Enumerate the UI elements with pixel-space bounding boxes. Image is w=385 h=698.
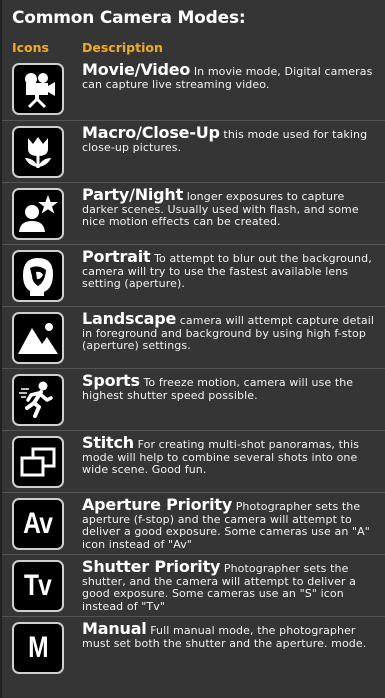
mode-row-stitch: Stitch For creating multi-shot panoramas… xyxy=(2,430,385,492)
mode-row-aperture-priority: Av Aperture Priority Photographer sets t… xyxy=(2,492,385,554)
mode-description: Landscape camera will attempt capture de… xyxy=(82,311,384,353)
m-icon: M xyxy=(12,622,64,674)
mode-description: Party/Night longer exposures to capture … xyxy=(82,187,384,229)
mode-name: Party/Night xyxy=(82,185,184,204)
mountain-icon xyxy=(12,312,64,364)
mode-row-manual: M Manual Full manual mode, the photograp… xyxy=(2,616,385,678)
mode-name: Stitch xyxy=(82,433,134,452)
mode-name: Portrait xyxy=(82,247,151,266)
mode-description: Shutter Priority Photographer sets the s… xyxy=(82,559,384,613)
portrait-head-icon xyxy=(12,250,64,302)
mode-row-portrait: Portrait To attempt to blur out the back… xyxy=(2,244,385,306)
mode-name: Manual xyxy=(82,619,147,638)
mode-description: Movie/Video In movie mode, Digital camer… xyxy=(82,62,384,91)
tv-icon-label: Tv xyxy=(24,569,52,602)
movie-camera-icon xyxy=(12,63,64,115)
av-icon-label: Av xyxy=(23,507,54,540)
mode-description: Portrait To attempt to blur out the back… xyxy=(82,249,384,291)
stitch-frames-icon xyxy=(12,436,64,488)
description-column-header: Description xyxy=(82,40,163,55)
tv-icon: Tv xyxy=(12,560,64,612)
mode-row-macro: Macro/Close-Up this mode used for taking… xyxy=(2,120,385,182)
person-star-icon xyxy=(12,188,64,240)
mode-description: Manual Full manual mode, the photographe… xyxy=(82,621,384,650)
mode-name: Landscape xyxy=(82,309,177,328)
mode-name: Shutter Priority xyxy=(82,557,221,576)
camera-modes-page: Common Camera Modes: Icons Description M… xyxy=(0,0,385,698)
mode-description: Aperture Priority Photographer sets the … xyxy=(82,497,384,551)
mode-description: Stitch For creating multi-shot panoramas… xyxy=(82,435,384,477)
icons-column-header: Icons xyxy=(12,40,49,55)
mode-row-movie: Movie/Video In movie mode, Digital camer… xyxy=(2,58,385,120)
mode-row-landscape: Landscape camera will attempt capture de… xyxy=(2,306,385,368)
mode-name: Sports xyxy=(82,371,140,390)
mode-description: Sports To freeze motion, camera will use… xyxy=(82,373,384,402)
mode-row-party-night: Party/Night longer exposures to capture … xyxy=(2,182,385,244)
flower-icon xyxy=(12,126,64,178)
mode-row-shutter-priority: Tv Shutter Priority Photographer sets th… xyxy=(2,554,385,616)
running-person-icon xyxy=(12,374,64,426)
mode-description: Macro/Close-Up this mode used for taking… xyxy=(82,125,384,154)
mode-name: Macro/Close-Up xyxy=(82,123,220,142)
av-icon: Av xyxy=(12,498,64,550)
mode-row-sports: Sports To freeze motion, camera will use… xyxy=(2,368,385,430)
modes-list: Movie/Video In movie mode, Digital camer… xyxy=(2,58,385,678)
mode-name: Aperture Priority xyxy=(82,495,233,514)
page-title: Common Camera Modes: xyxy=(12,8,246,28)
m-icon-label: M xyxy=(28,631,49,664)
mode-name: Movie/Video xyxy=(82,60,191,79)
